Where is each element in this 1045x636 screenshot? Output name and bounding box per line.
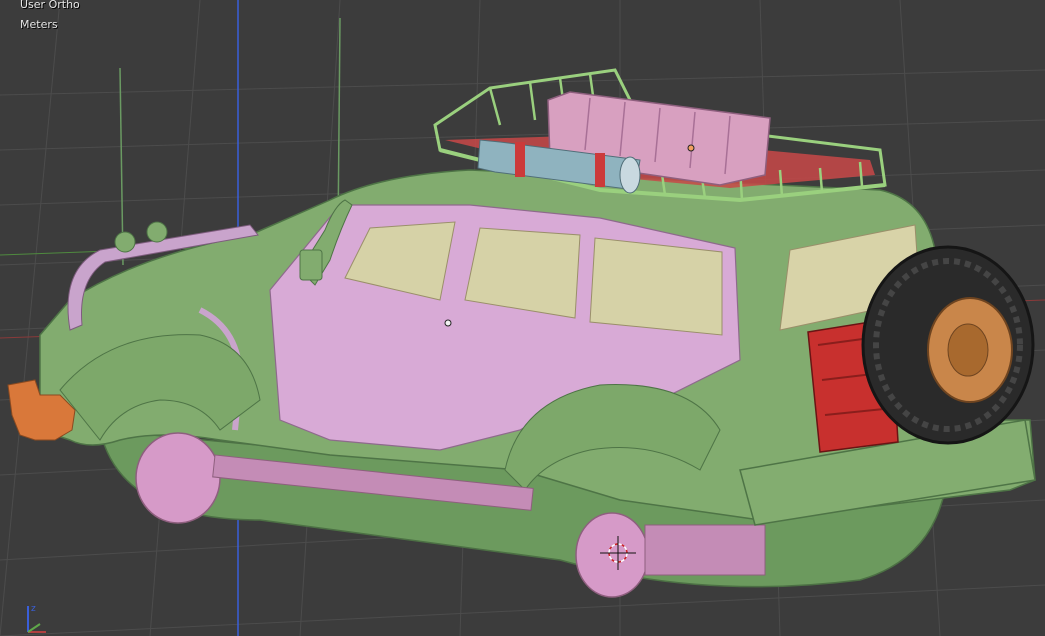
roof-box-origin [687,144,695,152]
3d-viewport[interactable]: User Ortho Meters z [0,0,1045,636]
scene-canvas[interactable] [0,0,1045,636]
svg-text:z: z [31,604,36,614]
spot-light-right [146,221,168,243]
side-mirror [299,249,323,281]
object-origin [444,319,452,327]
unit-label: Meters [20,18,58,31]
xyz-axis-gizmo-icon: z [27,604,46,633]
spare-tire [861,245,1035,445]
view-name-label: User Ortho [20,0,80,11]
rear-door-window [589,237,723,336]
spot-light-left [114,231,136,253]
